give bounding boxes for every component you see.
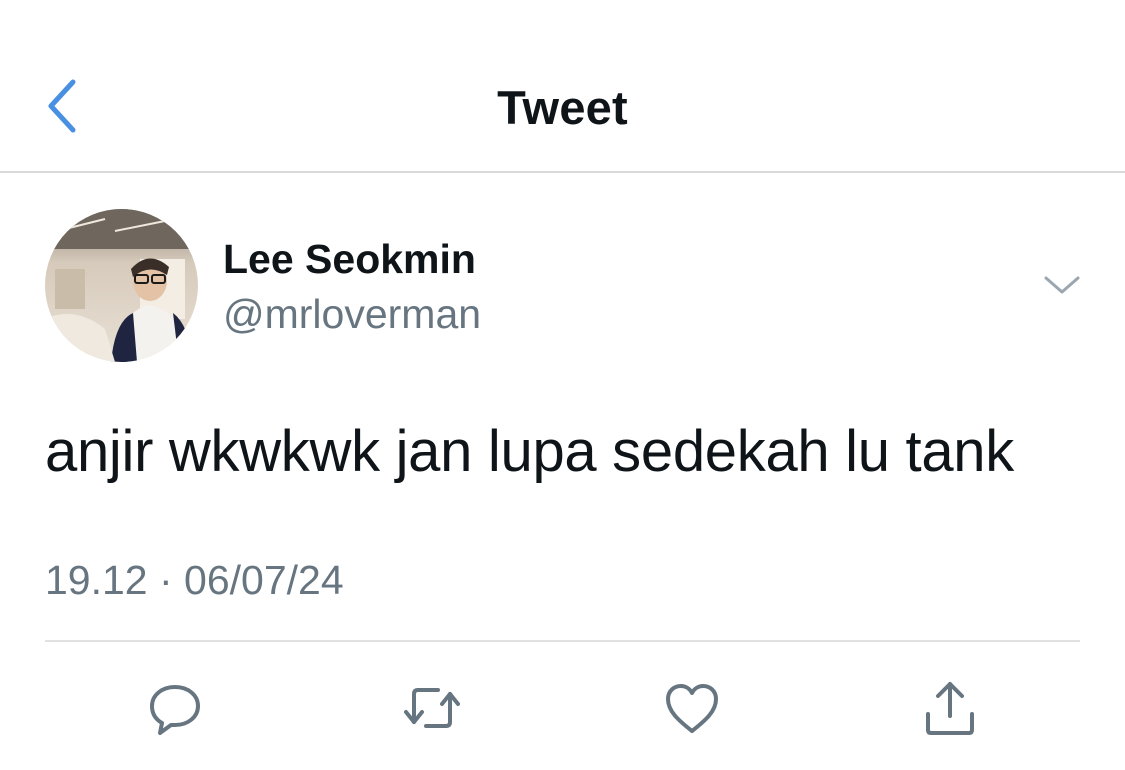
page-title: Tweet [497, 81, 628, 134]
profile-photo [45, 209, 198, 362]
user-handle[interactable]: @mrloverman [223, 291, 481, 338]
share-icon [926, 682, 974, 735]
reply-icon [150, 685, 200, 735]
tweet-text: anjir wkwkwk jan lupa sedekah lu tank [45, 419, 1014, 484]
retweet-icon [404, 688, 460, 728]
tweet-timestamp: 19.12 · 06/07/24 [45, 557, 344, 603]
chevron-down-icon [1044, 276, 1080, 294]
navigation-bar: Tweet [0, 0, 1125, 173]
display-name[interactable]: Lee Seokmin [223, 236, 476, 283]
more-options-button[interactable] [1040, 266, 1084, 306]
like-icon [666, 684, 718, 733]
like-button[interactable] [660, 676, 724, 740]
retweet-button[interactable] [400, 676, 464, 740]
share-button[interactable] [918, 676, 982, 740]
reply-button[interactable] [143, 676, 207, 740]
avatar[interactable] [45, 209, 198, 362]
tweet-detail-screen: Tweet Lee Seokmin @mrloverman anjir wkwk… [0, 0, 1125, 770]
divider [45, 640, 1080, 642]
